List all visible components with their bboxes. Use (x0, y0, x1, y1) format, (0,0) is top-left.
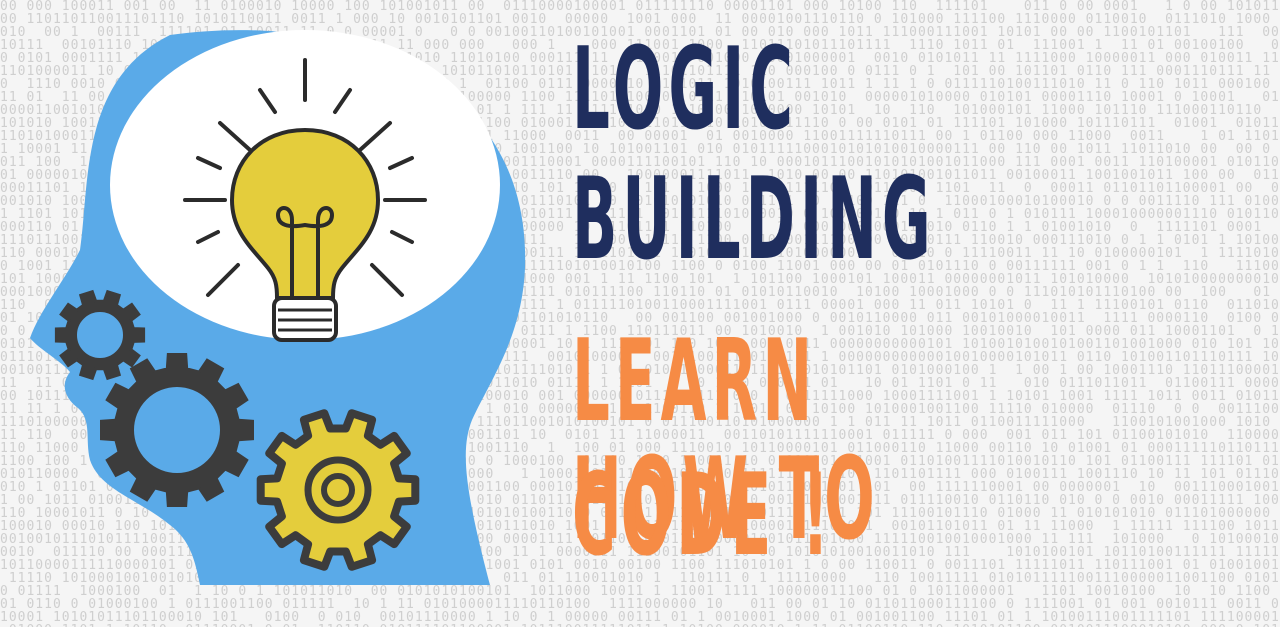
subtitle-line-code: CODE ! (572, 448, 834, 582)
thinking-head-illustration (30, 30, 526, 585)
title-line-building: BUILDING (572, 152, 936, 286)
title-line-logic: LOGIC (572, 22, 798, 156)
gear-icon (54, 289, 146, 381)
gear-icon (256, 409, 420, 571)
